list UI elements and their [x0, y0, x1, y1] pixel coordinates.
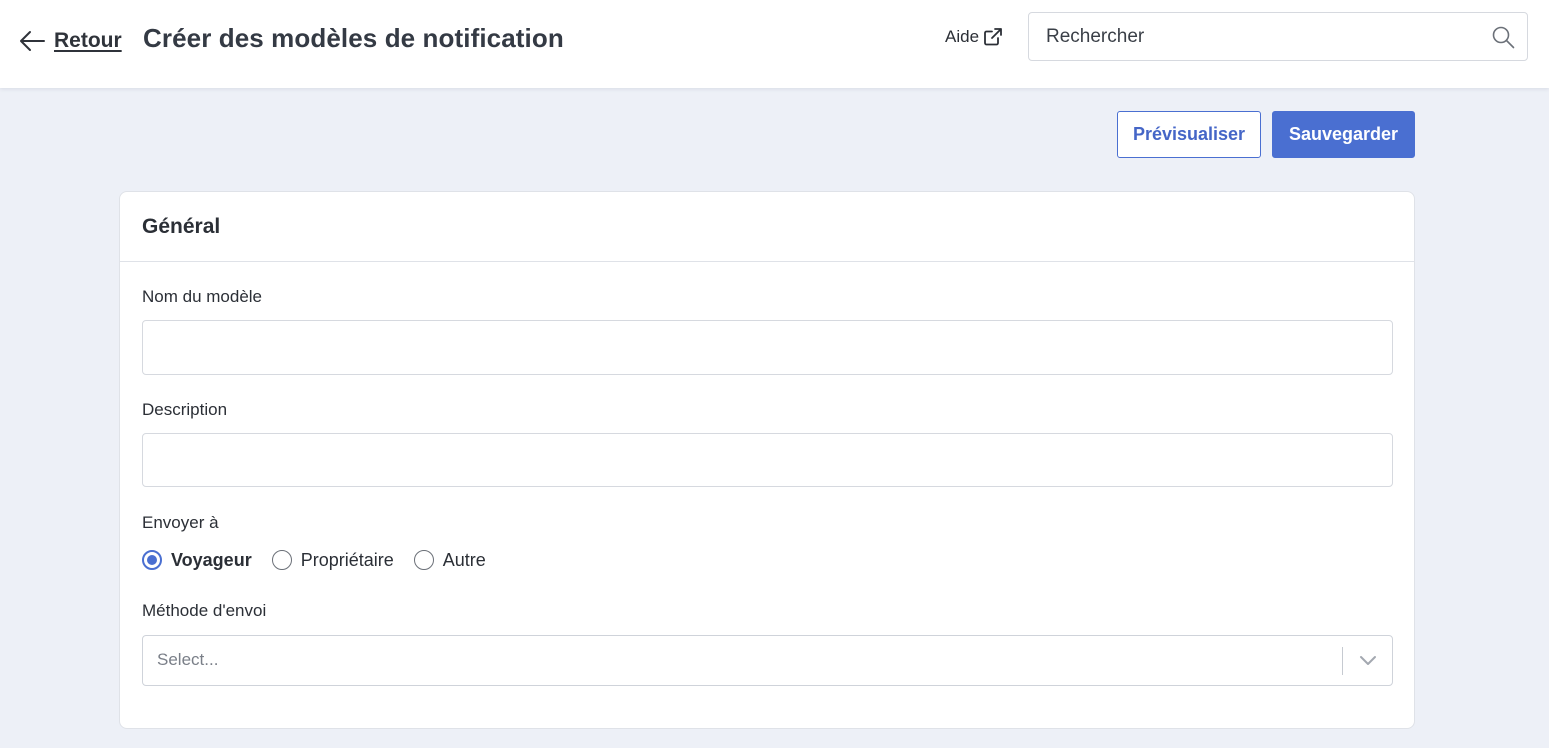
- chevron-down-icon[interactable]: [1359, 653, 1377, 667]
- help-label: Aide: [945, 27, 980, 46]
- card-title: Général: [142, 215, 221, 238]
- back-link[interactable]: Retour: [18, 26, 122, 56]
- search-icon[interactable]: [1491, 25, 1516, 50]
- radio-owner-label: Propriétaire: [300, 549, 394, 570]
- search-input[interactable]: [1029, 13, 1527, 60]
- external-link-icon: [984, 28, 1002, 46]
- arrow-left-icon: [20, 31, 45, 51]
- radio-button[interactable]: [271, 550, 292, 570]
- select-separator: [1342, 647, 1343, 675]
- description-input[interactable]: [142, 433, 1393, 487]
- template-name-label: Nom du modèle: [142, 287, 263, 306]
- card-header: Général: [120, 192, 1414, 262]
- description-label: Description: [142, 400, 228, 419]
- template-name-input[interactable]: [142, 320, 1393, 375]
- radio-button-selected[interactable]: [142, 550, 162, 570]
- save-button[interactable]: Sauvegarder: [1272, 111, 1415, 158]
- preview-button[interactable]: Prévisualiser: [1117, 111, 1261, 158]
- top-bar: Retour Créer des modèles de notification…: [0, 0, 1549, 88]
- radio-other[interactable]: Autre: [413, 549, 486, 571]
- send-to-label: Envoyer à: [142, 513, 219, 532]
- send-method-placeholder: Select...: [157, 650, 219, 669]
- page-title: Créer des modèles de notification: [143, 23, 564, 53]
- help-link[interactable]: Aide: [945, 25, 1003, 49]
- send-to-radio-group: Voyageur Propriétaire Autre: [142, 548, 506, 572]
- radio-button[interactable]: [413, 550, 434, 570]
- radio-traveler-label: Voyageur: [171, 549, 252, 570]
- radio-traveler[interactable]: Voyageur: [142, 550, 252, 571]
- back-label: Retour: [54, 29, 122, 52]
- radio-owner[interactable]: Propriétaire: [271, 549, 394, 571]
- search-box: [1028, 12, 1528, 61]
- send-method-select[interactable]: Select...: [142, 635, 1393, 686]
- general-card: Général Nom du modèle Description Envoye…: [119, 191, 1415, 729]
- radio-other-label: Autre: [442, 549, 486, 570]
- send-method-label: Méthode d'envoi: [142, 601, 267, 620]
